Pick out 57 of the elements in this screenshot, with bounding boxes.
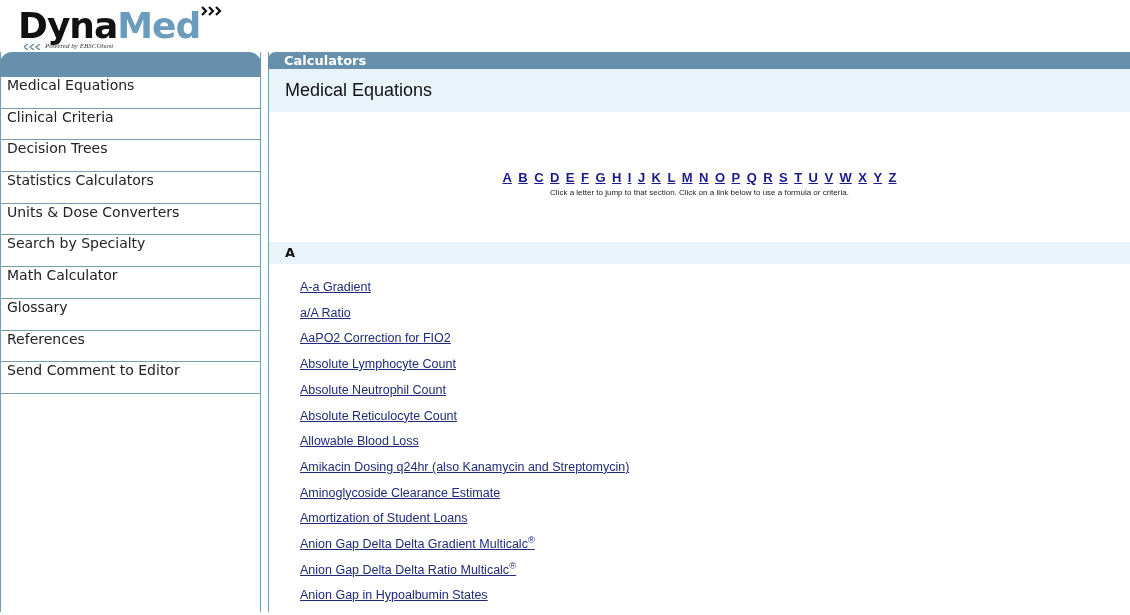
letter-link[interactable]: P (731, 170, 741, 185)
letter-link[interactable]: V (824, 170, 834, 185)
calculator-link[interactable]: Allowable Blood Loss (300, 429, 419, 455)
logo-text: Dyna (18, 8, 118, 44)
calculator-link[interactable]: a/A Ratio (300, 300, 351, 327)
letter-link[interactable]: C (534, 170, 544, 185)
sidebar-item[interactable]: Glossary (1, 298, 260, 331)
letter-link[interactable]: G (595, 170, 606, 185)
letter-link[interactable]: Z (888, 170, 897, 185)
calculator-link[interactable]: Amortization of Student Loans (300, 506, 468, 533)
letter-link[interactable]: J (637, 170, 646, 185)
calculator-link[interactable]: Anion Gap Delta Delta Gradient Multicalc$^{®}$ (300, 532, 535, 558)
sidebar-item[interactable]: Medical Equations (1, 77, 260, 109)
page-title: Medical Equations (269, 69, 1130, 112)
letter-link[interactable]: A (502, 170, 512, 185)
letter-link[interactable]: M (681, 170, 693, 185)
letter-link[interactable]: H (611, 170, 622, 185)
calculator-link[interactable]: Amikacin Dosing q24hr (also Kanamycin and Streptomycin) (300, 454, 630, 481)
calculator-link[interactable]: Absolute Reticulocyte Count (300, 403, 458, 430)
sidebar-item[interactable]: Decision Trees (1, 140, 260, 173)
letter-link[interactable]: O (714, 170, 726, 185)
calculator-link[interactable]: Absolute Lymphocyte Count (300, 352, 456, 378)
sidebar-item[interactable]: Statistics Calculators (1, 172, 260, 204)
calculator-link[interactable]: Aminoglycoside Clearance Estimate (300, 480, 501, 507)
chevrons-icon (24, 44, 42, 50)
logo-text: Med (117, 8, 201, 44)
calculator-link[interactable]: Absolute Neutrophil Count (300, 377, 446, 404)
letter-link[interactable]: X (858, 170, 867, 185)
panel-header: Calculators (268, 52, 1130, 69)
sidebar-item[interactable]: Units & Dose Converters (1, 203, 260, 236)
letter-link[interactable]: S (779, 170, 788, 185)
letter-link[interactable]: R (763, 170, 773, 185)
sidebar-item[interactable]: Search by Specialty (1, 235, 260, 268)
calculator-link[interactable]: AaPO2 Correction for FIO2 (300, 326, 451, 353)
letter-link[interactable]: Q (746, 170, 757, 185)
letter-link[interactable]: N (699, 170, 709, 185)
letter-link[interactable]: B (518, 170, 528, 185)
letter-link[interactable]: K (651, 170, 661, 185)
calculator-link[interactable]: Anion Gap Delta Delta Ratio Multicalc$^{®}$ (300, 557, 517, 584)
sidebar-item[interactable]: Clinical Criteria (1, 108, 260, 141)
letter-link[interactable]: D (550, 170, 560, 185)
calculator-link[interactable]: Anion Gap in Hypoalbumin States (300, 583, 488, 610)
letter-link[interactable]: I (627, 170, 632, 185)
chevrons-icon (201, 6, 224, 16)
letter-link[interactable]: F (580, 170, 589, 185)
letter-link[interactable]: U (808, 170, 818, 185)
sidebar-item[interactable]: References (1, 330, 260, 363)
sidebar-item[interactable]: Send Comment to Editor (1, 362, 260, 394)
letter-link[interactable]: E (565, 170, 575, 185)
letter-link[interactable]: W (839, 170, 852, 185)
section-heading: A (269, 242, 1130, 264)
sidebar-item[interactable]: Math Calculator (1, 267, 260, 299)
letter-link[interactable]: T (794, 170, 803, 185)
instruction-text: Click a letter to jump to that section. Click on a link below to use a formula or criteria. (550, 188, 849, 197)
letter-link[interactable]: Y (873, 170, 883, 185)
calculator-link[interactable]: A-a Gradient (300, 275, 371, 301)
letter-link[interactable]: L (667, 170, 676, 185)
